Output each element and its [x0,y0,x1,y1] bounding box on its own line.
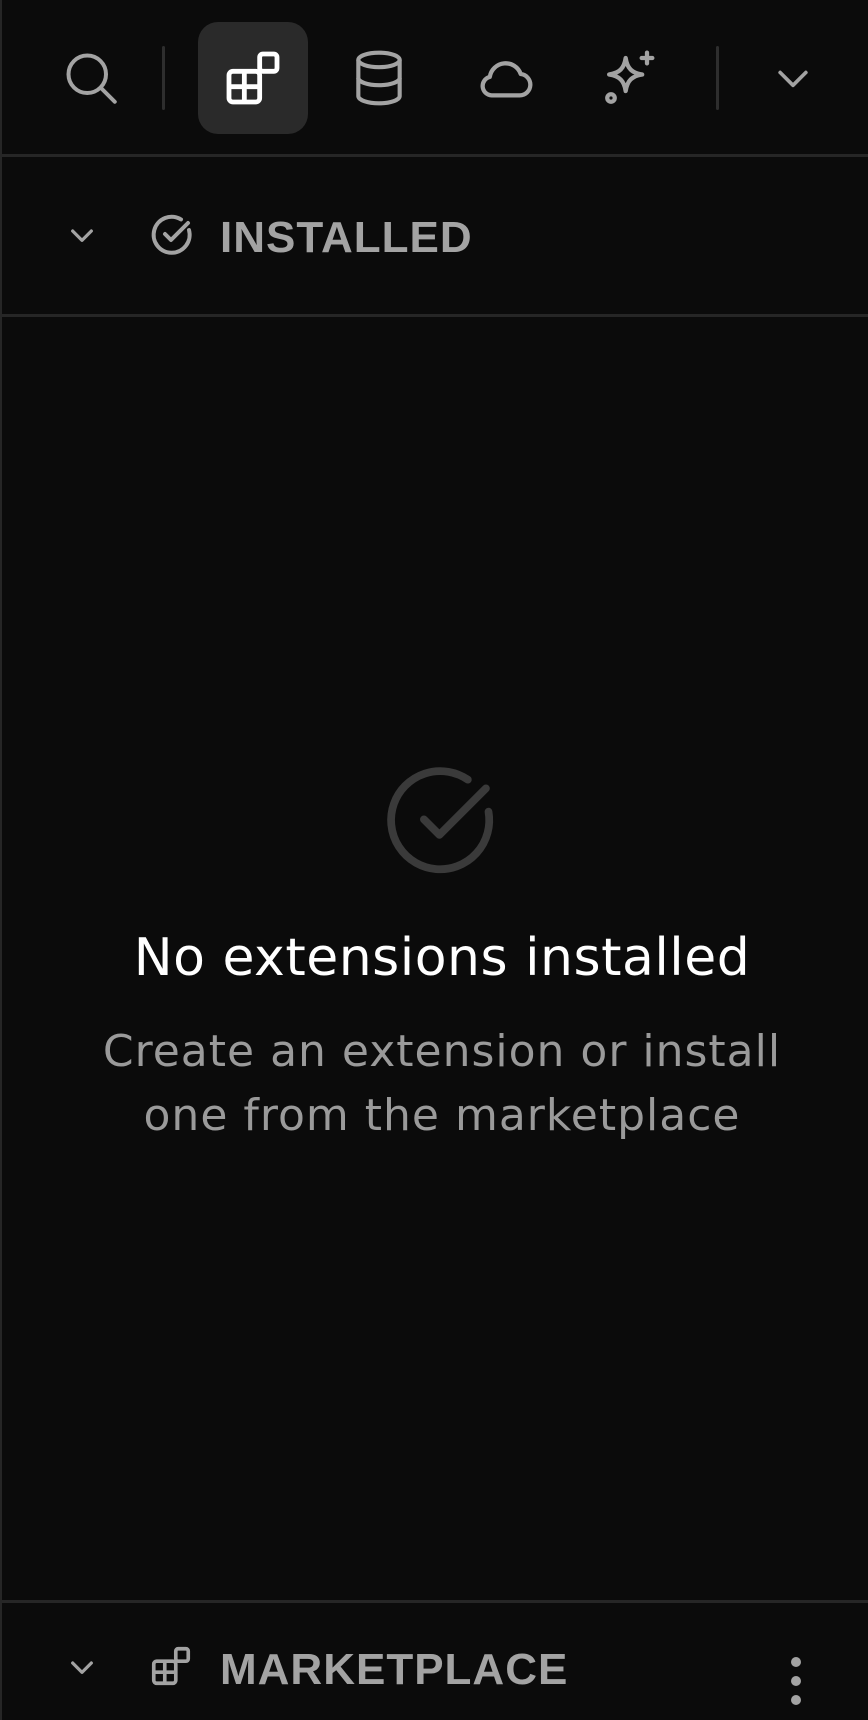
installed-section-header[interactable]: INSTALLED [2,157,868,317]
chevron-down-icon [778,70,808,88]
cloud-icon [480,61,533,98]
toolbar-divider [716,46,719,110]
empty-state: No extensions installed Create an extens… [2,320,868,1600]
toolbar [2,0,868,157]
ai-button[interactable] [576,22,686,134]
search-button[interactable] [36,22,146,134]
more-views-button[interactable] [738,22,848,134]
check-circle-icon [387,767,494,874]
marketplace-section-header[interactable]: MARKETPLACE [2,1600,868,1720]
check-circle-icon [151,214,192,255]
extensions-button[interactable] [198,22,308,134]
chevron-down-icon[interactable] [66,1651,98,1683]
installed-section-title: INSTALLED [220,213,473,262]
database-button[interactable] [324,22,434,134]
extensions-icon [226,51,280,105]
search-icon [66,53,117,104]
chevron-down-icon[interactable] [66,219,98,251]
cloud-button[interactable] [450,22,560,134]
database-icon [356,50,402,106]
empty-state-title: No extensions installed [133,928,751,988]
toolbar-divider [162,46,165,110]
sparkles-icon [605,50,655,104]
more-options-icon[interactable] [788,1655,804,1707]
extensions-panel: INSTALLED No extensions installed Create… [0,0,868,1720]
extensions-icon [151,1646,191,1686]
marketplace-section-title: MARKETPLACE [220,1645,569,1694]
empty-state-description: Create an extension or install one from … [102,1026,782,1141]
